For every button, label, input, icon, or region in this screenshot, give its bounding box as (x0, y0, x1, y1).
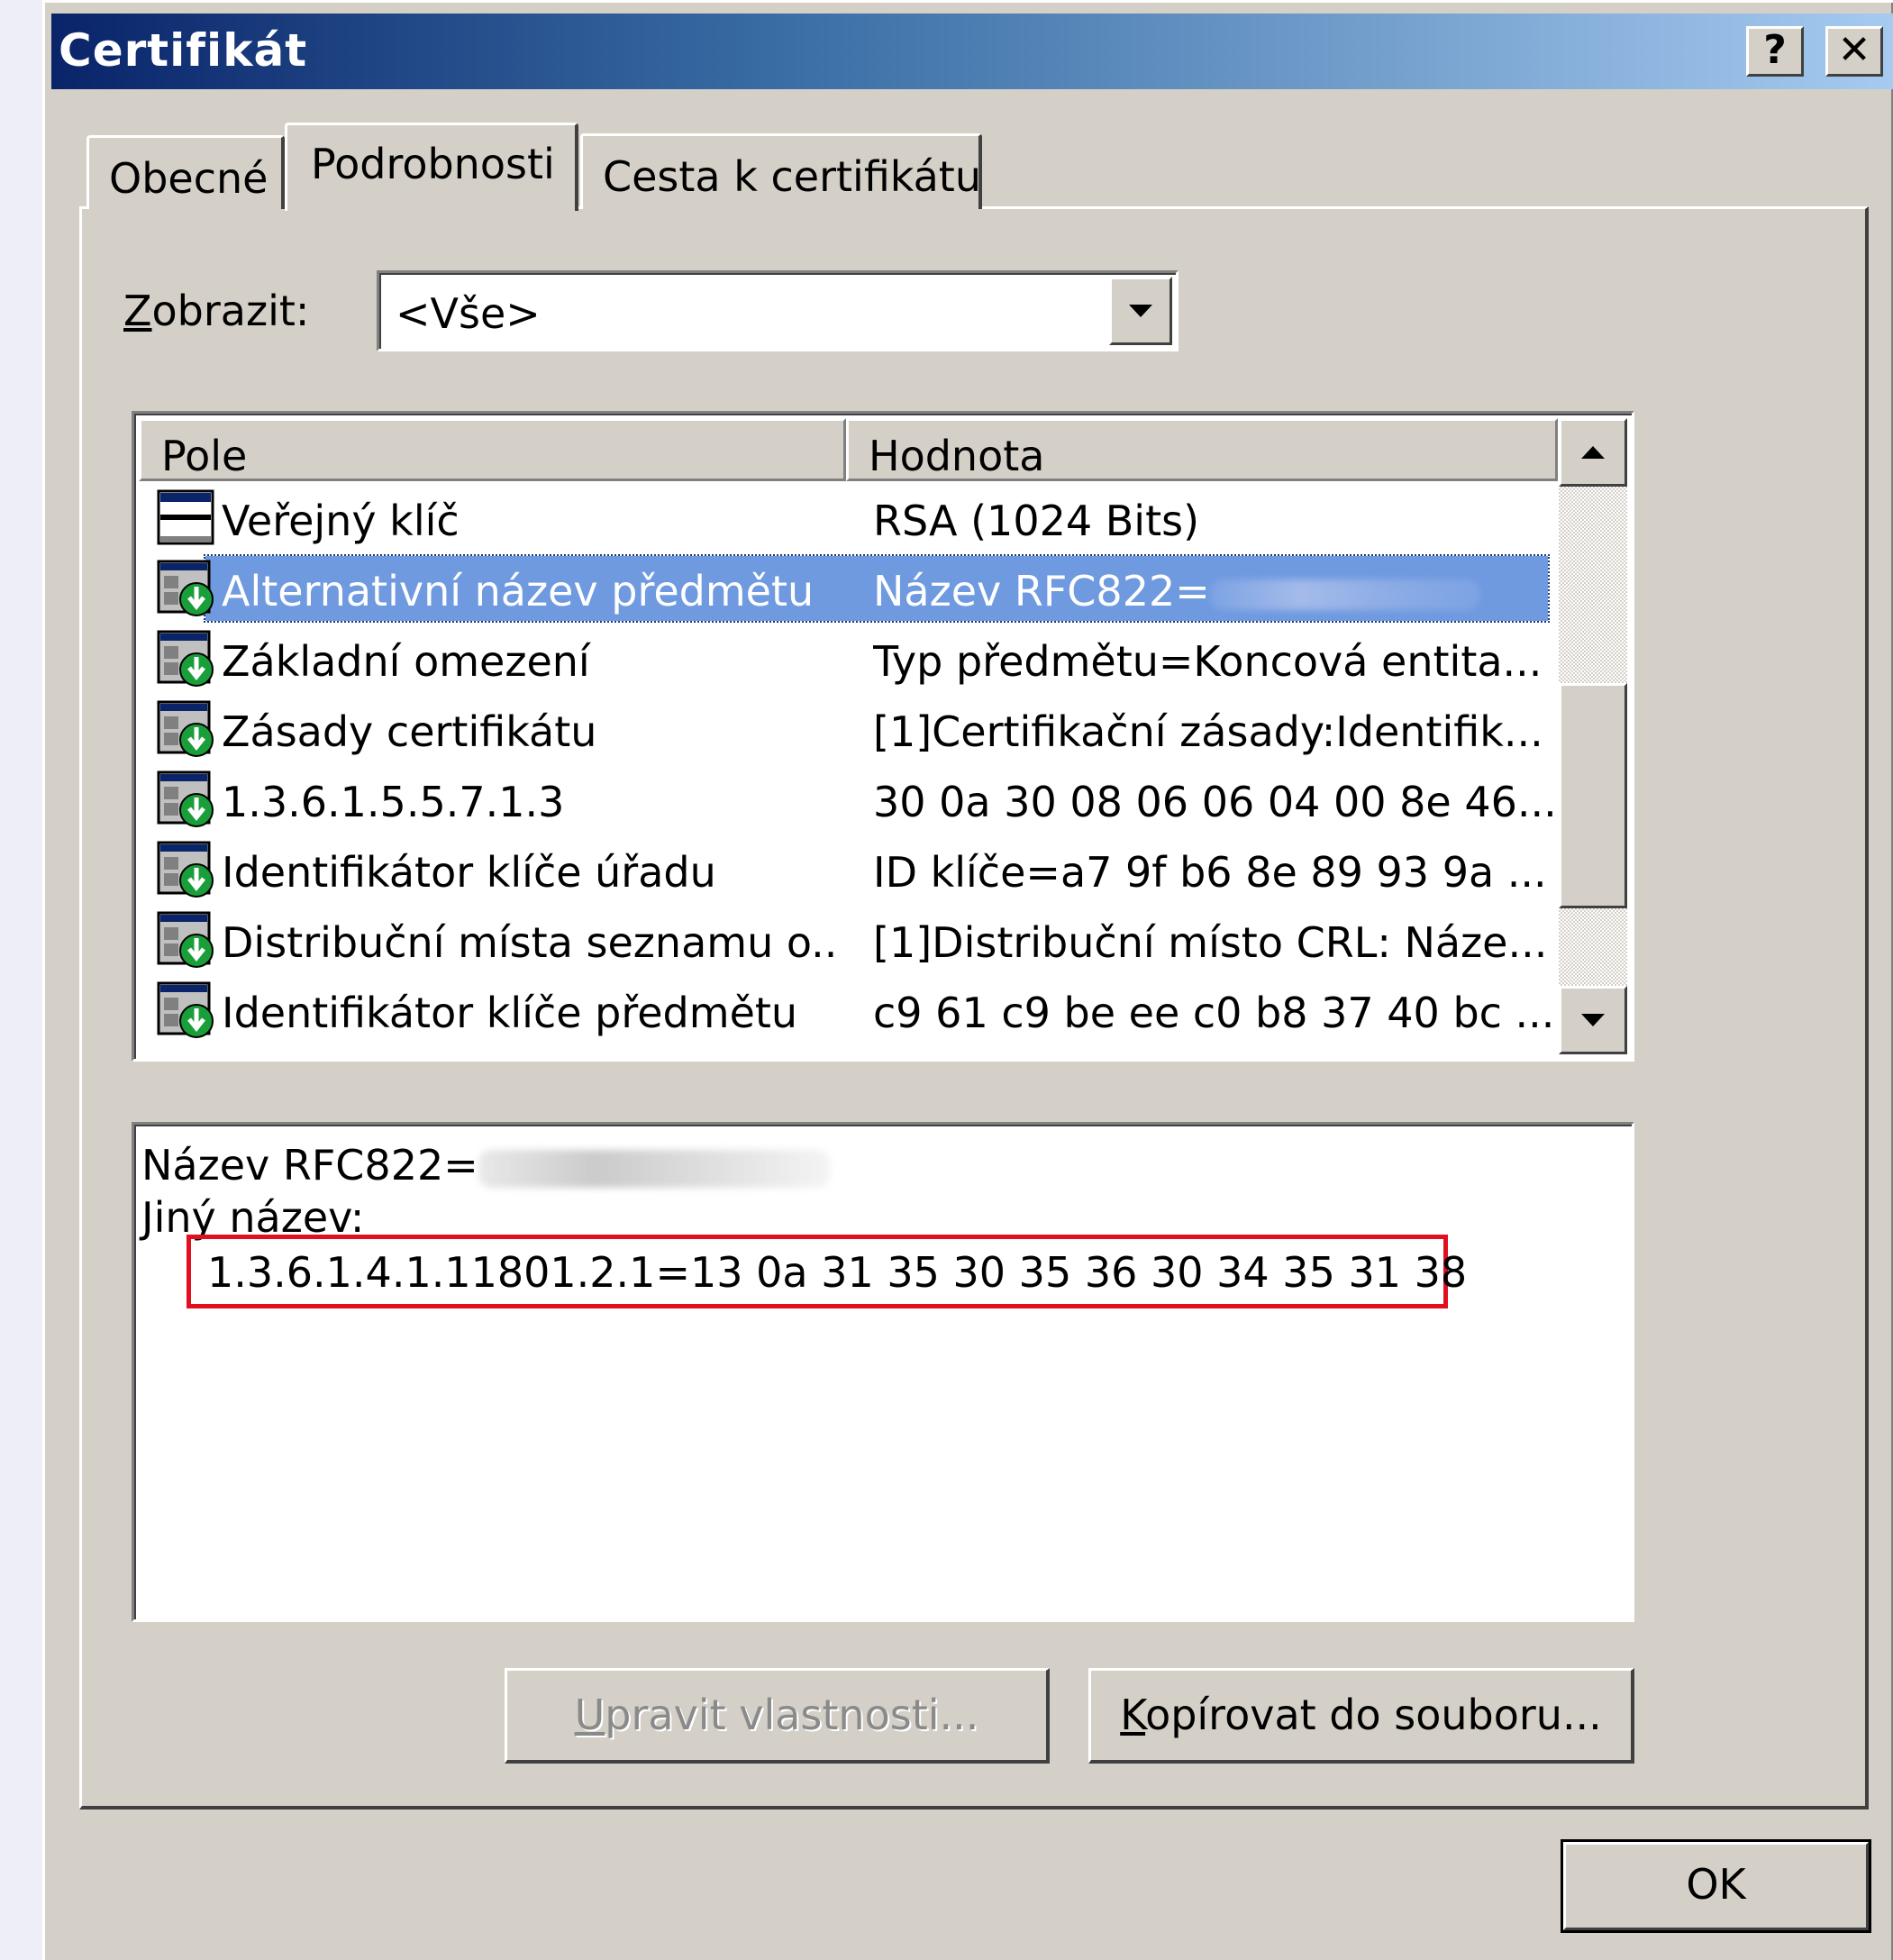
field-name-cell: Veřejný klíč (222, 497, 460, 545)
field-name-cell: Distribuční místa seznamu o... (222, 918, 834, 967)
field-value-cell: [1]Certifikační zásady:Identifik... (873, 707, 1558, 756)
edit-properties-button[interactable]: Upravit vlastnosti... (505, 1668, 1050, 1764)
copy-to-file-accel: K (1120, 1691, 1146, 1739)
highlighted-oid-box: 1.3.6.1.4.1.11801.2.1=13 0a 31 35 30 35 … (187, 1235, 1467, 1308)
highlighted-oid-text: 1.3.6.1.4.1.11801.2.1=13 0a 31 35 30 35 … (207, 1248, 1468, 1297)
table-row[interactable]: 1.3.6.1.5.5.7.1.3 30 0a 30 08 06 06 04 00… (139, 765, 1559, 835)
table-row[interactable]: Identifikátor klíče předmětu c9 61 c9 be … (139, 976, 1559, 1046)
title-bar[interactable]: Certifikát ? ✕ (51, 14, 1893, 89)
edit-properties-accel: U (574, 1691, 605, 1739)
ok-button[interactable]: OK (1561, 1839, 1871, 1933)
table-row[interactable]: Distribuční místa seznamu o... [1]Distrib… (139, 906, 1559, 976)
field-value-text: [1]Distribuční místo CRL: Náze... (873, 918, 1548, 967)
tab-certification-path-label: Cesta k certifikátu (603, 152, 981, 201)
detail-line-rfc822: Název RFC822= (141, 1141, 830, 1190)
field-value-text: ID klíče=a7 9f b6 8e 89 93 9a ... (873, 848, 1547, 897)
fields-list-rows: Veřejný klíč RSA (1024 Bits) Alternativní … (139, 484, 1559, 1046)
field-value-cell: ID klíče=a7 9f b6 8e 89 93 9a ... (873, 848, 1558, 897)
arrow-up-icon (1581, 446, 1605, 459)
show-label-rest: obrazit: (151, 287, 310, 335)
field-value-cell: Typ předmětu=Koncová entita... (873, 637, 1558, 686)
ok-button-label: OK (1686, 1860, 1746, 1909)
edit-properties-label: pravit vlastnosti... (605, 1691, 979, 1739)
field-name-cell: Základní omezení (222, 637, 590, 686)
copy-to-file-label: opírovat do souboru... (1145, 1691, 1602, 1739)
redacted-email (1209, 579, 1480, 610)
detail-rfc822-label: Název RFC822= (141, 1141, 478, 1190)
tab-certification-path[interactable]: Cesta k certifikátu (580, 133, 982, 209)
close-icon: ✕ (1837, 27, 1871, 73)
show-dropdown-button[interactable] (1109, 277, 1172, 345)
show-label-accel: Z (123, 287, 152, 335)
table-row[interactable]: Alternativní název předmětu Název RFC822= (139, 554, 1559, 624)
column-header-field[interactable]: Pole (139, 418, 846, 481)
table-row[interactable]: Základní omezení Typ předmětu=Koncová ent… (139, 624, 1559, 695)
field-value-text: RSA (1024 Bits) (873, 497, 1200, 545)
field-value-cell: c9 61 c9 be ee c0 b8 37 40 bc ... (873, 989, 1558, 1037)
tab-general[interactable]: Obecné (86, 135, 285, 209)
table-row[interactable]: Identifikátor klíče úřadu ID klíče=a7 9f … (139, 835, 1559, 906)
chevron-down-icon (1129, 305, 1152, 317)
table-row[interactable]: Veřejný klíč RSA (1024 Bits) (139, 484, 1559, 554)
tab-general-label: Obecné (109, 154, 268, 203)
field-value-text: Typ předmětu=Koncová entita... (873, 637, 1543, 686)
field-value-cell: Název RFC822= (873, 567, 1558, 615)
close-button[interactable]: ✕ (1825, 26, 1883, 77)
field-name-cell: 1.3.6.1.5.5.7.1.3 (222, 778, 565, 826)
field-value-cell: 30 0a 30 08 06 06 04 00 8e 46... (873, 778, 1558, 826)
scroll-thumb[interactable] (1559, 683, 1627, 908)
field-name-cell: Identifikátor klíče předmětu (222, 989, 798, 1037)
field-value-text: 30 0a 30 08 06 06 04 00 8e 46... (873, 778, 1557, 826)
window-title: Certifikát (59, 24, 308, 77)
copy-to-file-button[interactable]: Kopírovat do souboru... (1088, 1668, 1634, 1764)
extension-icon (157, 981, 216, 1041)
field-detail-box[interactable]: Název RFC822= Jiný název: 1.3.6.1.4.1.11… (132, 1122, 1634, 1622)
extension-icon (157, 560, 216, 619)
show-dropdown[interactable]: <Vše> (377, 270, 1179, 351)
scroll-down-button[interactable] (1559, 986, 1627, 1054)
field-name-cell: Identifikátor klíče úřadu (222, 848, 716, 897)
field-value-text: c9 61 c9 be ee c0 b8 37 40 bc ... (873, 989, 1555, 1037)
tab-details[interactable]: Podrobnosti (285, 123, 578, 211)
help-button[interactable]: ? (1746, 26, 1804, 77)
arrow-down-icon (1581, 1014, 1605, 1026)
scroll-up-button[interactable] (1559, 418, 1627, 487)
field-name-cell: Zásady certifikátu (222, 707, 597, 756)
show-dropdown-value: <Vše> (396, 289, 541, 338)
extension-icon (157, 841, 216, 900)
field-value-cell: [1]Distribuční místo CRL: Náze... (873, 918, 1558, 967)
fields-list[interactable]: Pole Hodnota Veřejný klíč RSA (1024 Bits)… (132, 411, 1634, 1062)
extension-icon (157, 770, 216, 830)
tab-details-label: Podrobnosti (311, 140, 555, 188)
vertical-scrollbar[interactable] (1559, 418, 1627, 1054)
field-value-text: [1]Certifikační zásady:Identifik... (873, 707, 1543, 756)
field-value-cell: RSA (1024 Bits) (873, 497, 1558, 545)
column-header-value[interactable]: Hodnota (846, 418, 1558, 481)
field-name-cell: Alternativní název předmětu (222, 567, 815, 615)
redacted-email (478, 1149, 830, 1188)
public-key-icon (157, 489, 216, 549)
field-value-text: Název RFC822= (873, 567, 1210, 615)
extension-icon (157, 630, 216, 689)
extension-icon (157, 700, 216, 760)
column-header-field-label: Pole (161, 432, 248, 480)
table-row[interactable]: Zásady certifikátu [1]Certifikační zásady… (139, 695, 1559, 765)
column-header-value-label: Hodnota (869, 432, 1045, 480)
show-label: Zobrazit: (123, 287, 309, 335)
extension-icon (157, 911, 216, 971)
